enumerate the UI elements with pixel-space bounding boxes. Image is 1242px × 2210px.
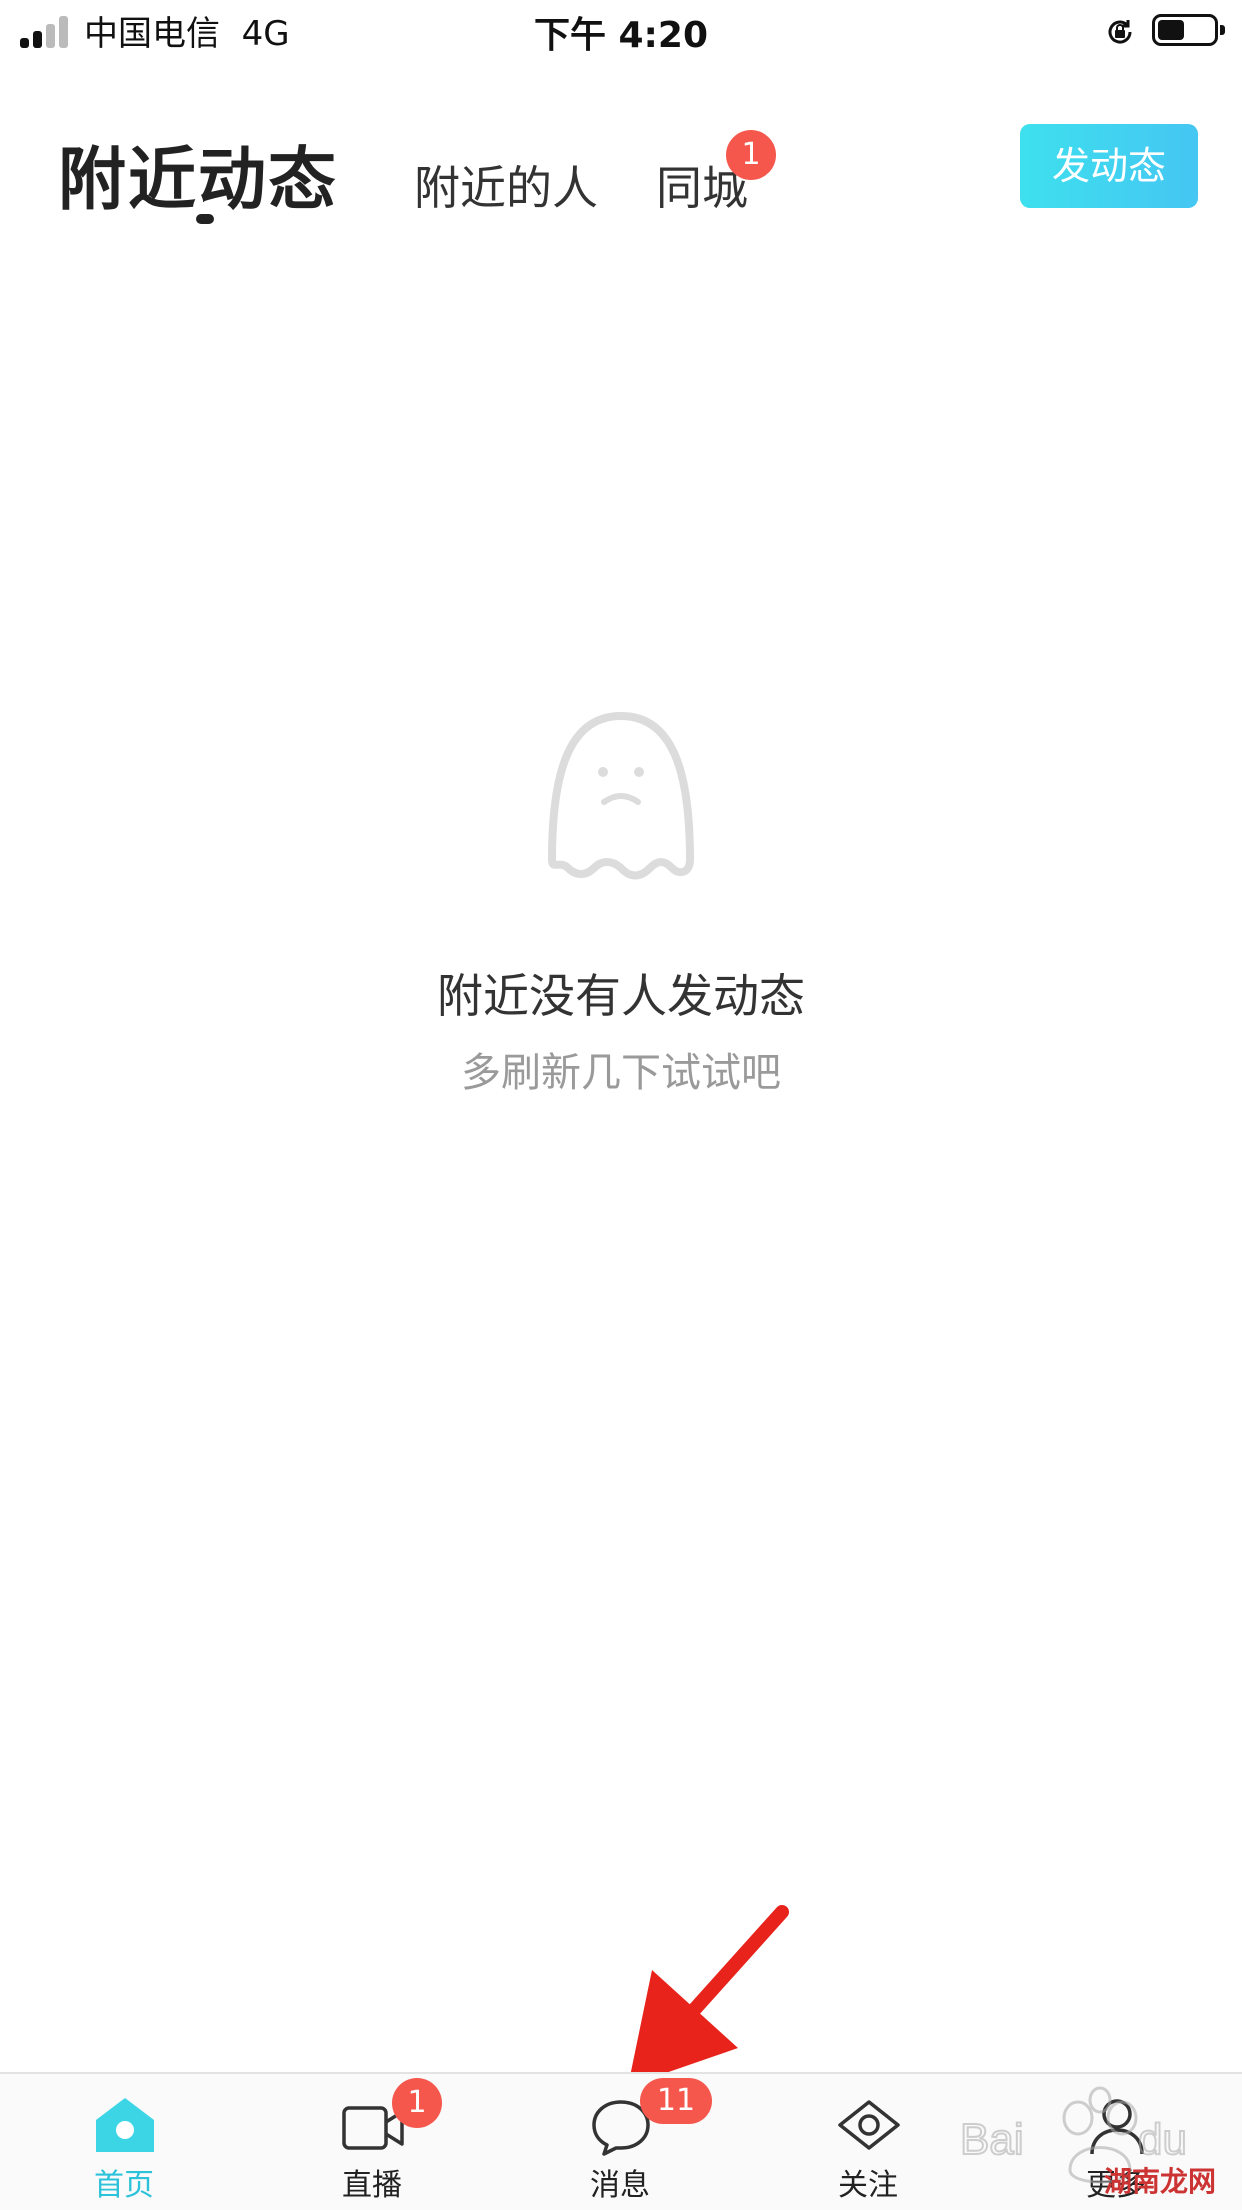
same-city-badge: 1 <box>726 130 776 180</box>
tab-messages[interactable]: 11 消息 <box>496 2074 744 2210</box>
eye-icon <box>838 2100 900 2150</box>
status-bar: 中国电信 4G 下午 4:20 <box>0 0 1242 62</box>
tab-home-label: 首页 <box>94 2168 154 2203</box>
watermark-text: 湖南龙网 <box>1104 2165 1217 2198</box>
tab-nearby-posts[interactable]: 附近动态 <box>58 124 338 223</box>
svg-text:du: du <box>1138 2115 1187 2164</box>
tab-live-label: 直播 <box>342 2168 402 2203</box>
tab-messages-label: 消息 <box>590 2168 650 2203</box>
active-tab-indicator <box>196 214 214 224</box>
tab-home[interactable]: 首页 <box>0 2074 248 2210</box>
battery-icon <box>1152 14 1225 46</box>
home-icon <box>96 2098 154 2152</box>
empty-title: 附近没有人发动态 <box>437 969 805 1023</box>
tab-live[interactable]: 1 直播 <box>248 2074 496 2210</box>
rotation-lock-icon <box>1108 20 1132 44</box>
ghost-icon <box>548 712 694 880</box>
empty-subtitle: 多刷新几下试试吧 <box>461 1050 781 1096</box>
messages-badge: 11 <box>640 2078 712 2124</box>
clock: 下午 4:20 <box>533 15 709 56</box>
annotation-arrow <box>628 1905 789 2086</box>
tab-nearby-people[interactable]: 附近的人 <box>414 152 598 218</box>
post-button[interactable]: 发动态 <box>1020 124 1198 208</box>
svg-text:Bai: Bai <box>960 2115 1024 2164</box>
live-badge: 1 <box>392 2078 442 2128</box>
